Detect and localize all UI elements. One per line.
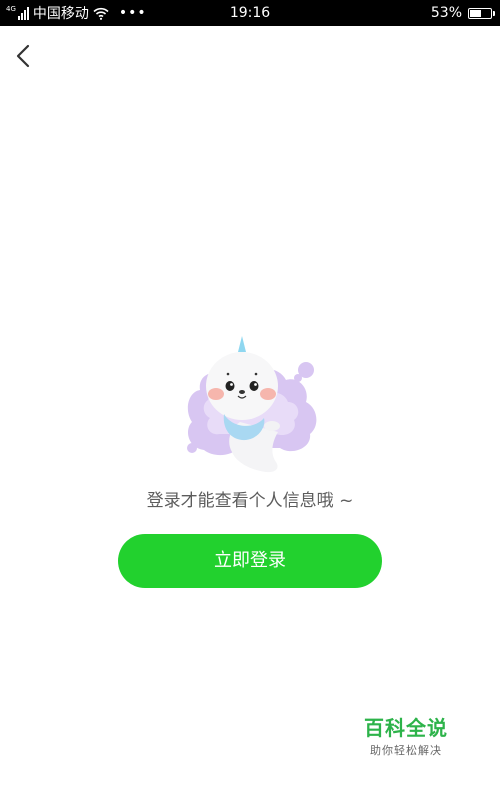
mascot-illustration bbox=[187, 336, 317, 473]
login-prompt-text: 登录才能查看个人信息哦 ~ bbox=[146, 491, 354, 511]
watermark-title: 百科全说 bbox=[364, 716, 448, 740]
watermark-subtitle: 助你轻松解决 bbox=[370, 744, 442, 757]
chevron-left-icon bbox=[16, 44, 30, 68]
battery-icon bbox=[468, 7, 495, 19]
status-right: 53% bbox=[430, 0, 495, 26]
battery-level-fill bbox=[470, 9, 481, 17]
status-time: 19:16 bbox=[229, 5, 271, 21]
watermark-logo: 百科全说 助你轻松解决 bbox=[356, 716, 456, 758]
status-bar: 4G 中国移动 ••• 19:16 53% bbox=[0, 0, 500, 26]
back-button[interactable] bbox=[10, 40, 38, 72]
battery-percent: 53% bbox=[430, 5, 462, 21]
login-now-button[interactable]: 立即登录 bbox=[118, 534, 382, 588]
